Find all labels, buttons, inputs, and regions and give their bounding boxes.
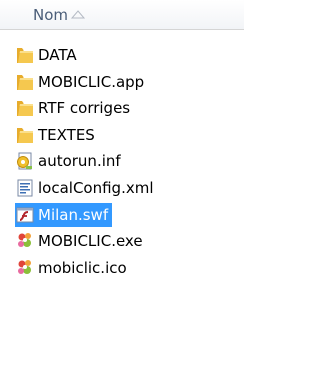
file-name: DATA <box>38 46 77 64</box>
file-row-content[interactable]: Milan.swf <box>15 202 113 227</box>
file-row-content[interactable]: DATA <box>15 43 81 67</box>
file-row[interactable]: mobiclic.ico <box>0 255 244 282</box>
column-header-name[interactable]: Nom <box>0 0 244 30</box>
file-row-content[interactable]: autorun.inf <box>15 149 125 173</box>
file-row[interactable]: RTF corriges <box>0 95 244 122</box>
column-header-label: Nom <box>33 6 69 24</box>
folder-icon <box>15 72 35 92</box>
file-row[interactable]: autorun.inf <box>0 148 244 175</box>
file-list: DATA MOBICLIC.app RTF corriges TEXTES autoru… <box>0 42 244 281</box>
file-row-content[interactable]: MOBICLIC.app <box>15 70 148 94</box>
autorun-file-icon <box>15 151 35 171</box>
file-row[interactable]: Milan.swf <box>0 202 244 229</box>
file-row-content[interactable]: mobiclic.ico <box>15 256 131 280</box>
ico-file-icon <box>15 258 35 278</box>
folder-icon <box>15 125 35 145</box>
folder-icon <box>15 45 35 65</box>
file-name: RTF corriges <box>38 99 131 118</box>
file-row-content[interactable]: TEXTES <box>15 123 99 147</box>
flash-file-icon <box>15 205 35 225</box>
file-row-content[interactable]: localConfig.xml <box>15 176 158 200</box>
app-exe-icon <box>15 231 35 251</box>
file-row[interactable]: localConfig.xml <box>0 175 244 202</box>
file-row-content[interactable]: RTF corriges <box>15 96 134 120</box>
file-list-pane: Nom DATA MOBICLIC.app RTF corriges TEXTES au… <box>0 0 244 392</box>
file-name: mobiclic.ico <box>38 258 127 277</box>
file-name: autorun.inf <box>38 152 121 171</box>
file-row[interactable]: MOBICLIC.exe <box>0 228 244 255</box>
xml-file-icon <box>15 178 35 198</box>
file-row[interactable]: MOBICLIC.app <box>0 69 244 96</box>
file-row[interactable]: DATA <box>0 42 244 69</box>
file-name: TEXTES <box>38 125 95 144</box>
file-name: Milan.swf <box>38 205 109 224</box>
folder-icon <box>15 98 35 118</box>
file-name: MOBICLIC.app <box>38 72 145 91</box>
file-row-content[interactable]: MOBICLIC.exe <box>15 229 147 253</box>
file-name: MOBICLIC.exe <box>38 232 143 251</box>
file-row[interactable]: TEXTES <box>0 122 244 149</box>
file-name: localConfig.xml <box>38 178 154 197</box>
sort-ascending-icon <box>70 10 86 19</box>
